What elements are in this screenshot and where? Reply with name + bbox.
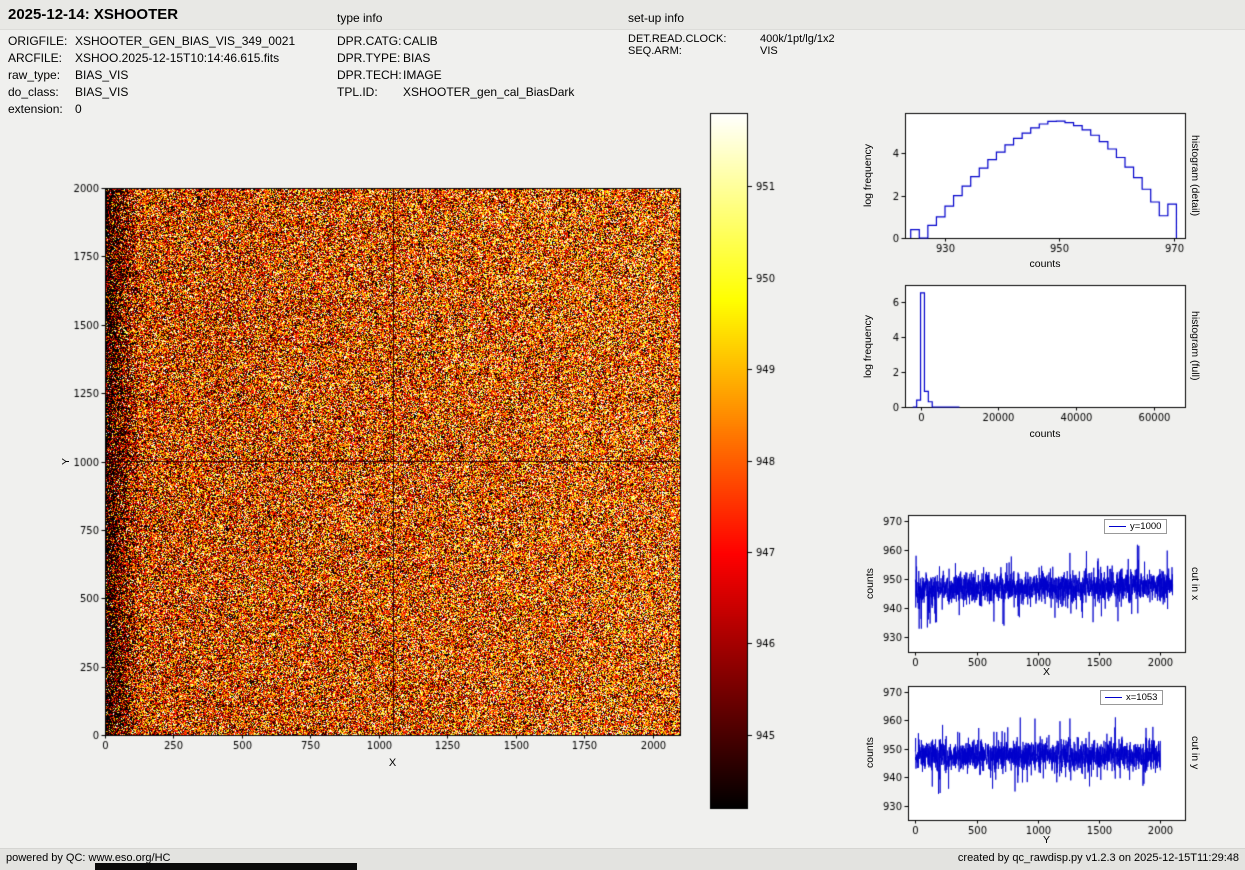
meta-value: BIAS xyxy=(403,51,431,65)
cut-x-legend-label: y=1000 xyxy=(1130,521,1162,532)
meta-label: DPR.TYPE: xyxy=(337,51,401,65)
hist-detail-canvas xyxy=(855,103,1200,268)
meta-label: ORIGFILE: xyxy=(8,34,68,48)
meta-value: CALIB xyxy=(403,34,438,48)
meta-row-arcfile: ARCFILE: XSHOO.2025-12-15T10:14:46.615.fi… xyxy=(8,51,279,65)
type-info-heading: type info xyxy=(337,11,383,25)
meta-value: IMAGE xyxy=(403,68,442,82)
hist-detail-ylabel: log frequency xyxy=(862,143,874,208)
meta-label: DET.READ.CLOCK: xyxy=(628,33,727,45)
cut-y-ylabel: counts xyxy=(864,737,876,769)
legend-line-icon xyxy=(1109,526,1126,527)
meta-value: XSHOOTER_GEN_BIAS_VIS_349_0021 xyxy=(75,34,296,48)
meta-value: BIAS_VIS xyxy=(75,68,129,82)
hist-detail-side-label: histogram (detail) xyxy=(1189,134,1201,217)
meta-label: SEQ.ARM: xyxy=(628,45,682,57)
meta-row-dpr-catg: DPR.CATG: CALIB xyxy=(337,34,438,48)
page-title: 2025-12-14: XSHOOTER xyxy=(8,6,179,23)
qc-report-page: 2025-12-14: XSHOOTER type info set-up in… xyxy=(0,0,1245,870)
bottom-black-strip xyxy=(95,863,357,870)
cut-x-xlabel: X xyxy=(1042,666,1050,678)
meta-value: XSHOOTER_gen_cal_BiasDark xyxy=(403,85,575,99)
meta-row-do-class: do_class: BIAS_VIS xyxy=(8,85,128,99)
cut-y-side-label: cut in y xyxy=(1189,736,1201,770)
header-band xyxy=(0,0,1245,30)
meta-value: 0 xyxy=(75,102,82,116)
meta-label: do_class: xyxy=(8,85,59,99)
meta-label: DPR.CATG: xyxy=(337,34,402,48)
meta-row-read-clock: DET.READ.CLOCK: 400k/1pt/lg/1x2 xyxy=(628,33,835,45)
bias-image-canvas xyxy=(60,168,695,768)
meta-row-tpl-id: TPL.ID: XSHOOTER_gen_cal_BiasDark xyxy=(337,85,574,99)
meta-label: extension: xyxy=(8,102,63,116)
meta-label: ARCFILE: xyxy=(8,51,63,65)
footer-created-by: created by qc_rawdisp.py v1.2.3 on 2025-… xyxy=(957,852,1239,864)
bias-image-ylabel: Y xyxy=(60,458,72,466)
hist-detail-xlabel: counts xyxy=(1029,258,1061,270)
cut-x-legend: y=1000 xyxy=(1104,519,1168,534)
setup-info-heading: set-up info xyxy=(628,11,685,25)
meta-row-raw-type: raw_type: BIAS_VIS xyxy=(8,68,128,82)
cut-x-ylabel: counts xyxy=(864,568,876,599)
hist-full-side-label: histogram (full) xyxy=(1189,311,1201,381)
cut-y-legend: x=1053 xyxy=(1100,690,1164,705)
meta-row-origfile: ORIGFILE: XSHOOTER_GEN_BIAS_VIS_349_0021 xyxy=(8,34,295,48)
meta-row-seq-arm: SEQ.ARM: VIS xyxy=(628,45,778,57)
meta-value: BIAS_VIS xyxy=(75,85,129,99)
meta-value: 400k/1pt/lg/1x2 xyxy=(760,33,835,45)
meta-label: raw_type: xyxy=(8,68,61,82)
meta-row-dpr-tech: DPR.TECH:IMAGE xyxy=(337,68,442,82)
cut-y-legend-label: x=1053 xyxy=(1126,692,1158,703)
meta-label: TPL.ID: xyxy=(337,85,378,99)
hist-full-ylabel: log frequency xyxy=(862,314,874,378)
meta-label: DPR.TECH: xyxy=(337,68,402,82)
colorbar-canvas xyxy=(705,110,790,815)
meta-value: XSHOO.2025-12-15T10:14:46.615.fits xyxy=(75,51,280,65)
cut-x-side-label: cut in x xyxy=(1189,566,1201,601)
hist-full-canvas xyxy=(855,275,1200,440)
cut-y-xlabel: Y xyxy=(1042,834,1050,846)
legend-line-icon xyxy=(1105,697,1122,698)
meta-value: VIS xyxy=(760,45,778,57)
hist-full-xlabel: counts xyxy=(1029,428,1061,440)
bias-image-xlabel: X xyxy=(388,757,397,769)
meta-row-extension: extension: 0 xyxy=(8,102,82,116)
meta-row-dpr-type: DPR.TYPE: BIAS xyxy=(337,51,430,65)
